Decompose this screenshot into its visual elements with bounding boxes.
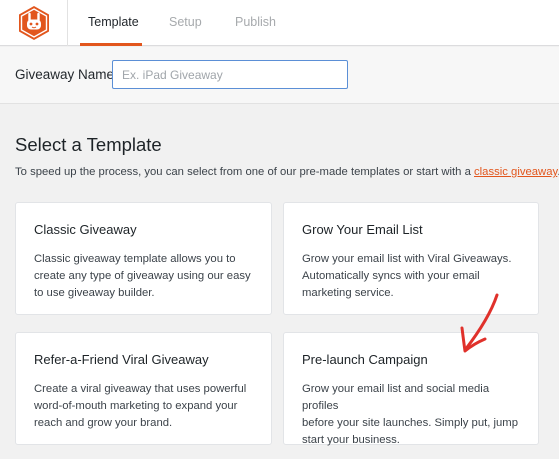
- template-card-description-line: Grow your email list and social media pr…: [302, 383, 490, 412]
- active-tab-indicator: [80, 43, 142, 46]
- tab-template[interactable]: Template: [88, 15, 139, 29]
- template-card-description-line: start your business.: [302, 434, 400, 446]
- classic-giveaway-link[interactable]: classic giveaway: [474, 166, 557, 178]
- giveaway-name-label: Giveaway Name: [15, 67, 115, 82]
- template-card-description: Grow your email list and social media pr…: [302, 381, 524, 449]
- template-card-title: Pre-launch Campaign: [302, 352, 428, 367]
- template-card-description-line: Classic giveaway template allows you to: [34, 253, 236, 265]
- template-card-title: Grow Your Email List: [302, 222, 423, 237]
- template-card-classic-giveaway[interactable]: Classic Giveaway Classic giveaway templa…: [15, 202, 272, 315]
- section-description-text: To speed up the process, you can select …: [15, 166, 471, 178]
- tab-publish[interactable]: Publish: [235, 15, 276, 29]
- template-card-refer-a-friend[interactable]: Refer-a-Friend Viral Giveaway Create a v…: [15, 332, 272, 445]
- template-card-description-line: Grow your email list with Viral Giveaway…: [302, 253, 512, 265]
- template-card-title: Refer-a-Friend Viral Giveaway: [34, 352, 209, 367]
- template-card-description-line: word-of-mouth marketing to expand your: [34, 400, 238, 412]
- template-card-description-line: to use giveaway builder.: [34, 287, 155, 299]
- template-card-description: Classic giveaway template allows you to …: [34, 251, 257, 302]
- section-description: To speed up the process, you can select …: [15, 166, 559, 178]
- template-card-description: Create a viral giveaway that uses powerf…: [34, 381, 257, 432]
- section-title: Select a Template: [15, 134, 162, 155]
- giveaway-name-bar: Giveaway Name: [0, 47, 559, 104]
- rabbit-logo-icon: [18, 6, 49, 40]
- tab-setup[interactable]: Setup: [169, 15, 202, 29]
- template-card-title: Classic Giveaway: [34, 222, 137, 237]
- giveaway-name-input[interactable]: [112, 60, 348, 89]
- template-card-description-line: reach and grow your brand.: [34, 417, 173, 429]
- red-arrow-annotation-icon: [460, 293, 499, 353]
- template-card-description-line: Automatically syncs with your email: [302, 270, 480, 282]
- template-card-description-line: create any type of giveaway using our ea…: [34, 270, 251, 282]
- template-card-description-line: Create a viral giveaway that uses powerf…: [34, 383, 247, 395]
- logo-container: [0, 0, 68, 46]
- top-navigation-bar: Template Setup Publish: [0, 0, 559, 46]
- template-card-description-line: before your site launches. Simply put, j…: [302, 417, 519, 429]
